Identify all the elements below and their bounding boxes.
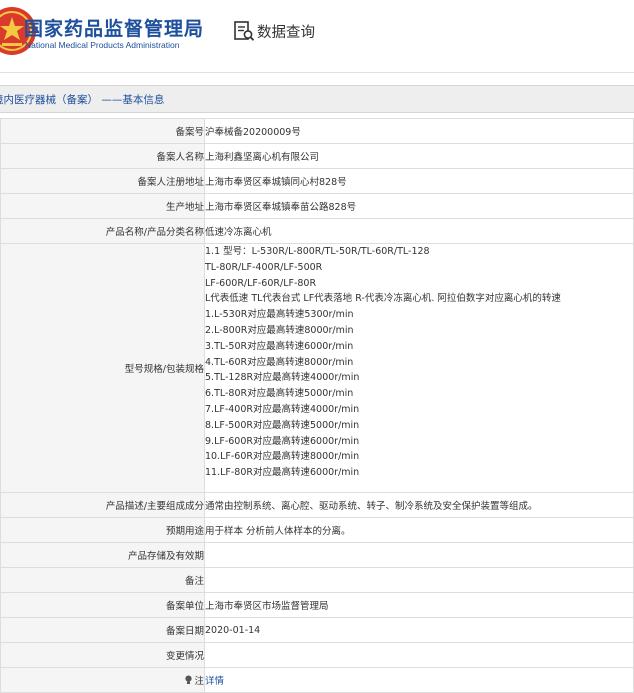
section-title: 境内医疗器械（备案） ——基本信息 — [0, 94, 165, 106]
remarks-value — [204, 567, 634, 593]
product-name-value: 低速冷冻离心机 — [204, 218, 634, 244]
spec-line: L代表低速 TL代表台式 LF代表落地 R-代表冷冻离心机. 阿拉伯数字对应离心… — [205, 293, 561, 305]
spec-line: 10.LF-60R对应最高转速8000r/min — [205, 451, 360, 463]
field-label: 备案单位 — [0, 592, 205, 618]
table-row: 备案单位 上海市奉贤区市场监督管理局 — [0, 592, 634, 618]
field-label: 备注 — [0, 567, 205, 593]
table-row: 型号规格/包装规格 1.1 型号：L-530R/L-800R/TL-50R/TL… — [0, 243, 634, 493]
field-label: 备案号 — [0, 118, 205, 144]
product-description-value: 通常由控制系统、离心腔、驱动系统、转子、制冷系统及安全保护装置等组成。 — [204, 492, 634, 518]
registrant-address-value: 上海市奉贤区奉城镇同心村828号 — [204, 168, 634, 194]
storage-validity-value — [204, 542, 634, 568]
device-info-table: 备案号 沪奉械备20200009号 备案人名称 上海利鑫坚离心机有限公司 备案人… — [0, 118, 634, 693]
field-label: 产品存储及有效期 — [0, 542, 205, 568]
site-title-cn[interactable]: 国家药品监督管理局 — [24, 14, 204, 41]
filing-date-value: 2020-01-14 — [204, 617, 634, 643]
spec-line: 8.LF-500R对应最高转速5000r/min — [205, 419, 360, 431]
spec-line: 9.LF-600R对应最高转速6000r/min — [205, 435, 360, 447]
spec-line: 3.TL-50R对应最高转速6000r/min — [205, 340, 354, 352]
spec-line: 7.LF-400R对应最高转速4000r/min — [205, 403, 360, 415]
table-row: 备注 — [0, 567, 634, 593]
detail-link[interactable]: 详情 — [206, 676, 225, 687]
field-label: 型号规格/包装规格 — [0, 243, 205, 493]
spec-line: 1.1 型号：L-530R/L-800R/TL-50R/TL-60R/TL-12… — [205, 246, 430, 257]
note-value: 详情 — [204, 667, 634, 693]
table-row: 产品描述/主要组成成分 通常由控制系统、离心腔、驱动系统、转子、制冷系统及安全保… — [0, 492, 634, 518]
table-row: 备案人注册地址 上海市奉贤区奉城镇同心村828号 — [0, 168, 634, 194]
registrant-name-value: 上海利鑫坚离心机有限公司 — [204, 143, 634, 169]
document-search-icon[interactable] — [233, 20, 255, 42]
field-label: 预期用途 — [0, 517, 205, 543]
section-title-bar: 境内医疗器械（备案） ——基本信息 — [0, 85, 634, 113]
note-label-text: 注 — [194, 676, 204, 687]
table-row: 注 详情 — [0, 667, 634, 693]
field-label: 备案人名称 — [0, 143, 205, 169]
field-label: 备案人注册地址 — [0, 168, 205, 194]
data-query-link[interactable]: 数据查询 — [257, 21, 315, 42]
production-address-value: 上海市奉贤区奉城镇奉苗公路828号 — [204, 193, 634, 219]
spec-line: 4.TL-60R对应最高转速8000r/min — [205, 356, 354, 368]
table-row: 产品存储及有效期 — [0, 542, 634, 568]
spec-line: 11.LF-80R对应最高转速6000r/min — [205, 467, 360, 479]
table-row: 备案号 沪奉械备20200009号 — [0, 118, 634, 144]
spec-line: TL-80R/LF-400R/LF-500R — [205, 261, 323, 273]
note-label: 注 — [0, 667, 205, 693]
field-label: 备案日期 — [0, 617, 205, 643]
spec-line: 5.TL-128R对应最高转速4000r/min — [205, 372, 360, 384]
spec-value: 1.1 型号：L-530R/L-800R/TL-50R/TL-60R/TL-12… — [204, 243, 634, 493]
table-row: 产品名称/产品分类名称 低速冷冻离心机 — [0, 218, 634, 244]
spec-line: 6.TL-80R对应最高转速5000r/min — [205, 388, 354, 400]
field-label: 变更情况 — [0, 642, 205, 668]
table-row: 备案人名称 上海利鑫坚离心机有限公司 — [0, 143, 634, 169]
intended-use-value: 用于样本 分析前人体样本的分离。 — [204, 517, 634, 543]
site-title-en[interactable]: National Medical Products Administration — [25, 40, 180, 50]
filing-unit-value: 上海市奉贤区市场监督管理局 — [204, 592, 634, 618]
spec-line: 1.L-530R对应最高转速5300r/min — [205, 309, 354, 321]
record-number-value: 沪奉械备20200009号 — [204, 118, 634, 144]
site-header: 国家药品监督管理局 National Medical Products Admi… — [0, 0, 634, 66]
header-divider — [0, 72, 634, 73]
table-row: 生产地址 上海市奉贤区奉城镇奉苗公路828号 — [0, 193, 634, 219]
spec-line: LF-600R/LF-60R/LF-80R — [205, 277, 317, 289]
change-status-value — [204, 642, 634, 668]
field-label: 生产地址 — [0, 193, 205, 219]
field-label: 产品名称/产品分类名称 — [0, 218, 205, 244]
lightbulb-icon — [185, 675, 193, 684]
spec-line: 2.L-800R对应最高转速8000r/min — [205, 324, 354, 336]
field-label: 产品描述/主要组成成分 — [0, 492, 205, 518]
table-row: 预期用途 用于样本 分析前人体样本的分离。 — [0, 517, 634, 543]
table-row: 变更情况 — [0, 642, 634, 668]
table-row: 备案日期 2020-01-14 — [0, 617, 634, 643]
